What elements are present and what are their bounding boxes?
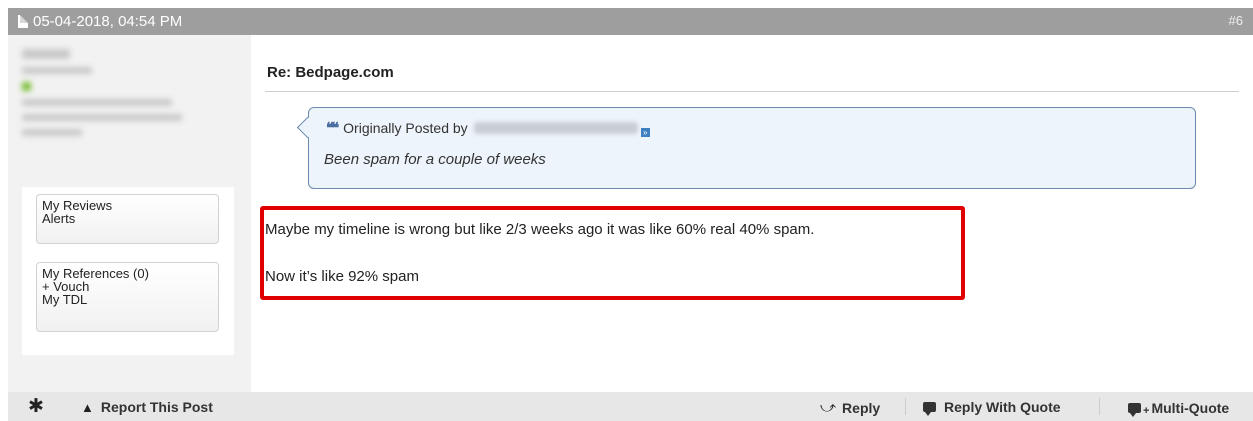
user-info-column: My Reviews Alerts My References (0) + Vo… xyxy=(8,35,251,392)
post-number-link[interactable]: #6 xyxy=(1229,13,1243,28)
quote-icon: ❝❝ xyxy=(326,120,339,137)
jump-to-post-icon[interactable]: » xyxy=(640,127,650,137)
my-tdl-link[interactable]: My TDL xyxy=(42,293,218,306)
post-content: Re: Bedpage.com ❝❝ Originally Posted by … xyxy=(251,35,1253,392)
footer-separator xyxy=(1099,398,1100,415)
post-header: 05-04-2018, 04:54 PM #6 xyxy=(8,8,1253,35)
quote-block: ❝❝ Originally Posted by » Been spam for … xyxy=(296,107,1196,189)
reply-icon: ⤻ xyxy=(820,399,837,416)
multi-quote-icon xyxy=(1128,403,1141,417)
post-footer: ✱ ▲ Report This Post ⤻ Reply Reply With … xyxy=(8,392,1253,421)
message-line-2: Now it’s like 92% spam xyxy=(265,268,419,285)
blurred-user-info xyxy=(22,49,182,144)
report-post-button[interactable]: ▲ Report This Post xyxy=(81,399,213,415)
reply-with-quote-label: Reply With Quote xyxy=(944,399,1061,415)
post-date: 05-04-2018, 04:54 PM xyxy=(18,13,182,30)
message-line-1: Maybe my timeline is wrong but like 2/3 … xyxy=(265,221,815,238)
reviews-box: My Reviews Alerts xyxy=(36,194,219,244)
plus-icon: + xyxy=(1143,405,1150,417)
post-date-text: 05-04-2018, 04:54 PM xyxy=(33,13,183,30)
quote-prefix: Originally Posted by xyxy=(343,120,468,136)
multi-quote-button[interactable]: + Multi-Quote xyxy=(1128,399,1229,417)
title-divider xyxy=(265,91,1239,92)
report-label: Report This Post xyxy=(100,399,213,415)
footer-separator xyxy=(905,398,906,415)
quote-text: Been spam for a couple of weeks xyxy=(324,151,546,168)
multi-quote-label: Multi-Quote xyxy=(1151,400,1230,416)
blurred-username xyxy=(473,122,638,134)
post-title: Re: Bedpage.com xyxy=(267,64,394,81)
reply-with-quote-button[interactable]: Reply With Quote xyxy=(923,399,1061,416)
speech-bubble-icon xyxy=(923,402,936,416)
reply-label: Reply xyxy=(842,399,881,416)
quote-header: ❝❝ Originally Posted by » xyxy=(326,119,650,137)
references-box: My References (0) + Vouch My TDL xyxy=(36,262,219,332)
online-status-indicator xyxy=(22,82,31,91)
alerts-link[interactable]: Alerts xyxy=(42,212,218,225)
star-icon[interactable]: ✱ xyxy=(28,395,44,418)
warning-icon: ▲ xyxy=(81,399,94,415)
document-icon xyxy=(18,15,28,28)
user-links-panel: My Reviews Alerts My References (0) + Vo… xyxy=(22,187,234,355)
reply-button[interactable]: ⤻ Reply xyxy=(820,399,880,416)
quote-arrow xyxy=(296,116,319,139)
